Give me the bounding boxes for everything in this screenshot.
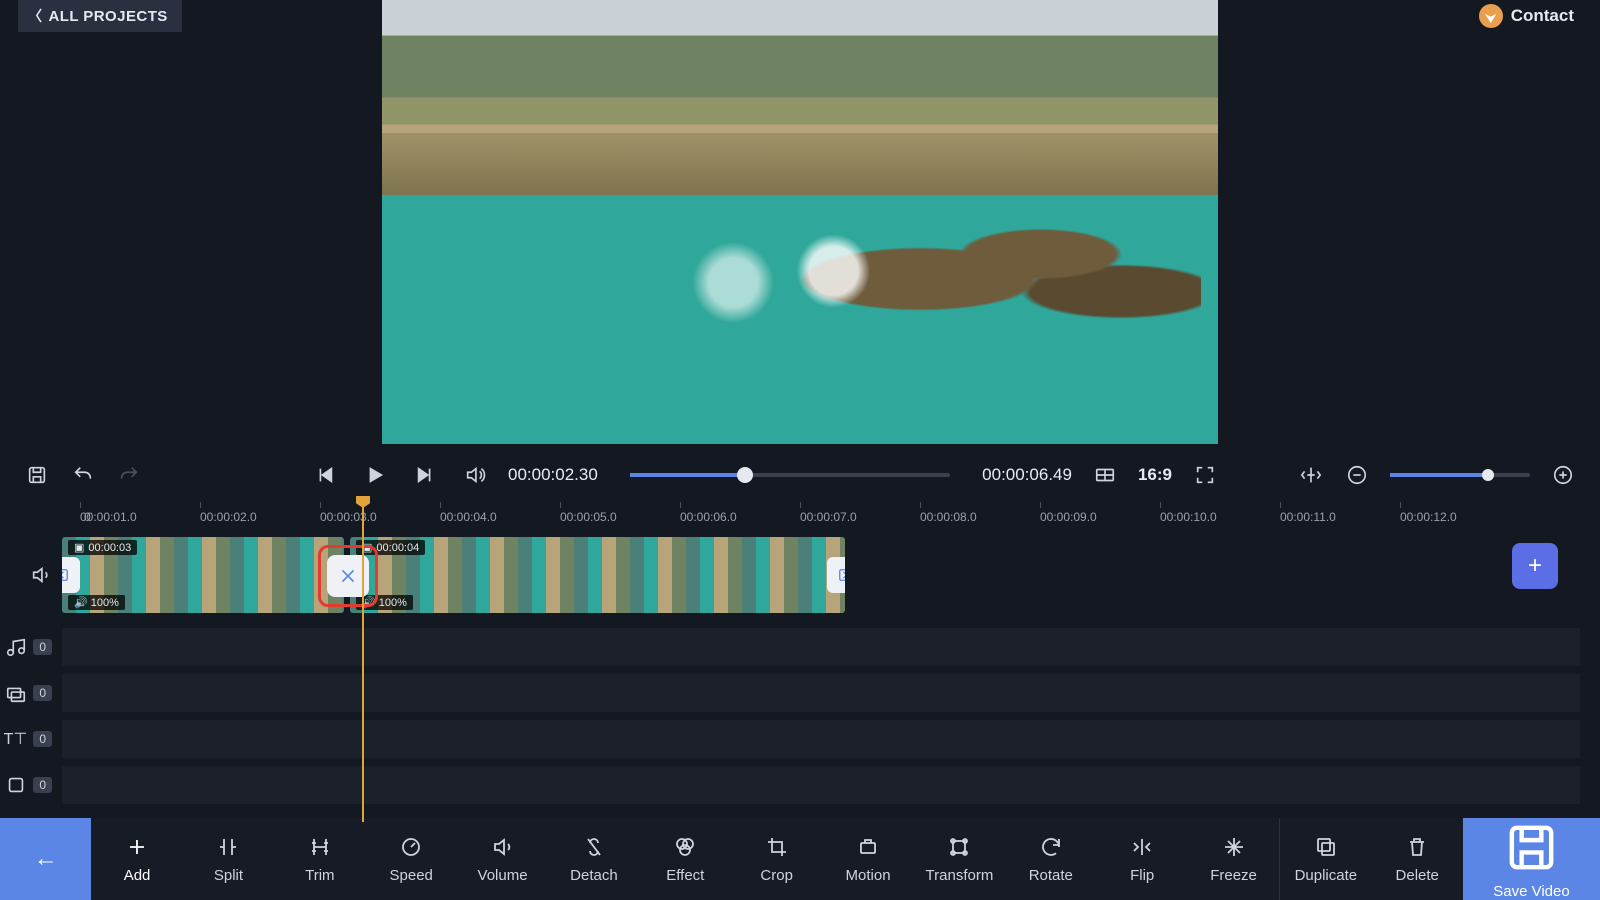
- text-icon: T⊤: [4, 729, 28, 749]
- video-clip-2[interactable]: ▣00:00:04 🔊 100%: [350, 537, 845, 613]
- transform-button[interactable]: Transform: [914, 818, 1005, 900]
- video-preview[interactable]: [382, 0, 1218, 444]
- clip-end-handle[interactable]: [827, 557, 845, 593]
- next-frame-button[interactable]: [412, 462, 438, 488]
- total-time: 00:00:06.49: [982, 465, 1072, 485]
- overlay-track[interactable]: 0: [0, 670, 1600, 716]
- freeze-button[interactable]: Freeze: [1188, 818, 1279, 900]
- crop-button[interactable]: Crop: [731, 818, 822, 900]
- back-button[interactable]: ←: [0, 818, 91, 900]
- clip1-volume: 100%: [91, 597, 119, 609]
- clip2-volume: 100%: [379, 597, 407, 609]
- effect-button[interactable]: Effect: [640, 818, 731, 900]
- clip1-duration: 00:00:03: [88, 542, 131, 554]
- save-video-button[interactable]: Save Video: [1463, 818, 1600, 900]
- zoom-in-button[interactable]: [1550, 462, 1576, 488]
- mute-button[interactable]: [462, 462, 488, 488]
- motion-button[interactable]: Motion: [822, 818, 913, 900]
- text-track[interactable]: T⊤ 0: [0, 716, 1600, 762]
- audio-track[interactable]: 0: [0, 624, 1600, 670]
- music-icon: [5, 636, 27, 658]
- zoom-slider[interactable]: [1390, 473, 1530, 477]
- rotate-button[interactable]: Rotate: [1005, 818, 1096, 900]
- aspect-ratio-button[interactable]: [1092, 462, 1118, 488]
- progress-slider[interactable]: [630, 473, 950, 477]
- add-clip-button[interactable]: +: [1512, 543, 1558, 589]
- element-track-count: 0: [33, 777, 52, 793]
- overlay-icon: [5, 682, 27, 704]
- element-icon: [5, 774, 27, 796]
- flip-button[interactable]: Flip: [1097, 818, 1188, 900]
- undo-button[interactable]: [70, 462, 96, 488]
- redo-button[interactable]: [116, 462, 142, 488]
- detach-button[interactable]: Detach: [548, 818, 639, 900]
- trim-button[interactable]: Trim: [274, 818, 365, 900]
- video-track: ▣ 00:00:03 🔊 100% ▣00:00:04 🔊 100% +: [0, 536, 1600, 614]
- play-button[interactable]: [362, 462, 388, 488]
- audio-track-count: 0: [33, 639, 52, 655]
- clip2-duration: 00:00:04: [376, 542, 419, 554]
- timeline-fit-button[interactable]: [1298, 462, 1324, 488]
- speaker-icon[interactable]: [30, 564, 52, 586]
- camera-icon: ▣: [74, 541, 84, 554]
- add-button[interactable]: Add: [91, 818, 182, 900]
- split-button[interactable]: Split: [183, 818, 274, 900]
- prev-frame-button[interactable]: [312, 462, 338, 488]
- delete-button[interactable]: Delete: [1372, 818, 1463, 900]
- duplicate-button[interactable]: Duplicate: [1280, 818, 1371, 900]
- volume-button[interactable]: Volume: [457, 818, 548, 900]
- overlay-track-count: 0: [33, 685, 52, 701]
- video-clip-1[interactable]: ▣ 00:00:03 🔊 100%: [62, 537, 344, 613]
- current-time: 00:00:02.30: [508, 465, 598, 485]
- volume-icon: 🔊: [74, 597, 88, 609]
- timeline-ruler[interactable]: 00:00:01.0 00:00:02.0 00:00:03.0 00:00:0…: [80, 502, 1600, 532]
- bottom-toolbar: ← Add Split Trim Speed Volume Detach Eff…: [0, 818, 1600, 900]
- zoom-out-button[interactable]: [1344, 462, 1370, 488]
- fullscreen-button[interactable]: [1192, 462, 1218, 488]
- text-track-count: 0: [33, 731, 52, 747]
- transport-controls: [312, 462, 488, 488]
- speed-button[interactable]: Speed: [366, 818, 457, 900]
- playhead[interactable]: [362, 500, 364, 822]
- clip-start-handle[interactable]: [62, 557, 80, 593]
- aspect-ratio-label: 16:9: [1138, 465, 1172, 485]
- save-project-button[interactable]: [24, 462, 50, 488]
- element-track[interactable]: 0: [0, 762, 1600, 808]
